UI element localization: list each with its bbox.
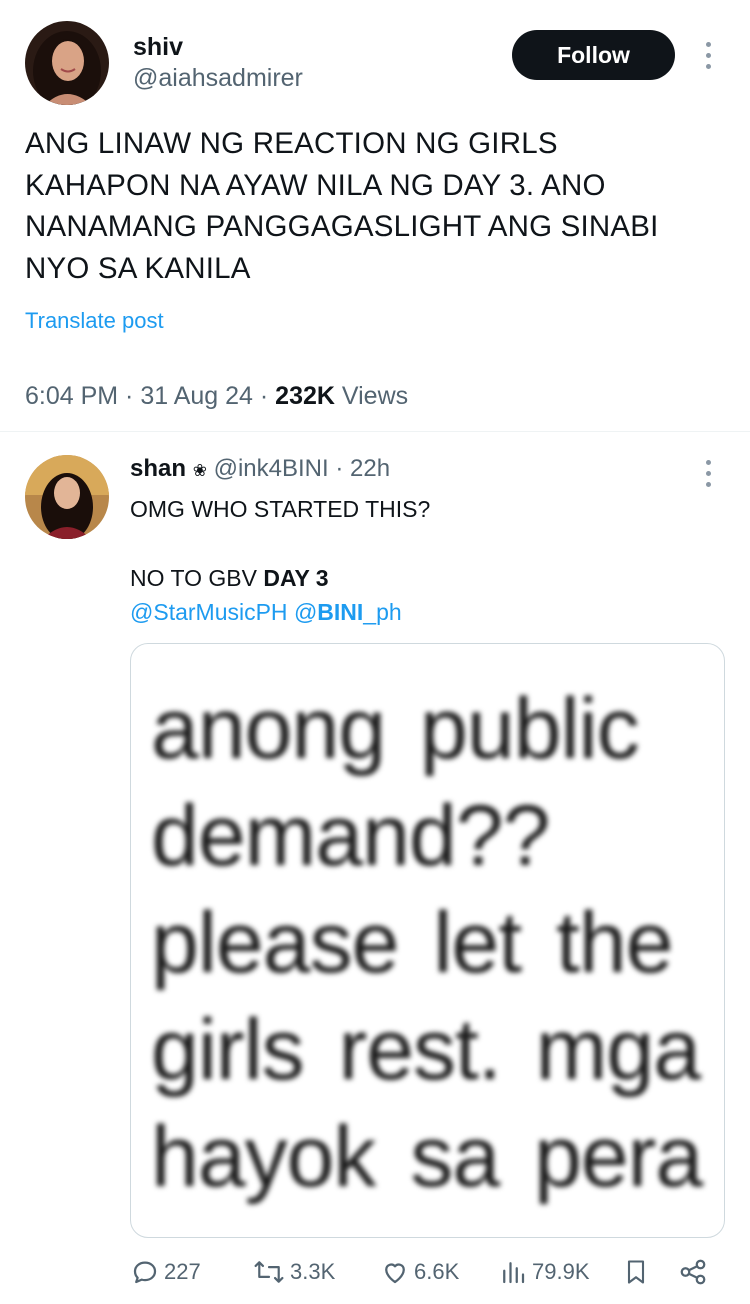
- tweet-text: ANG LINAW NG REACTION NG GIRLS KAHAPON N…: [25, 127, 659, 285]
- share-button[interactable]: [678, 1257, 708, 1287]
- views-label: Views: [341, 382, 409, 410]
- repost-icon: [254, 1261, 284, 1283]
- repost-button[interactable]: 3.3K: [252, 1257, 335, 1287]
- reply-avatar[interactable]: [25, 455, 109, 539]
- reply-header: shan ❀ @ink4BINI · 22h: [130, 455, 391, 482]
- action-bar: 227 3.3K 6.6K 79.9K: [130, 1257, 730, 1297]
- media-image-text: anong public demand?? please let the gir…: [151, 681, 703, 1205]
- translate-link[interactable]: Translate post: [25, 308, 164, 334]
- follow-button[interactable]: Follow: [512, 30, 675, 80]
- views-button[interactable]: 79.9K: [498, 1257, 590, 1287]
- share-icon: [680, 1259, 706, 1285]
- tweet-meta: 6:04 PM · 31 Aug 24 · 232K Views: [25, 382, 409, 410]
- bookmark-button[interactable]: [622, 1257, 650, 1287]
- reply-age[interactable]: 22h: [350, 455, 390, 482]
- tweet-date[interactable]: 31 Aug 24: [140, 382, 253, 410]
- reply-media-image[interactable]: anong public demand?? please let the gir…: [130, 643, 725, 1238]
- author-handle[interactable]: @aiahsadmirer: [133, 64, 303, 93]
- reply-button[interactable]: 227: [130, 1257, 201, 1287]
- views-icon: [503, 1262, 525, 1284]
- like-button[interactable]: 6.6K: [380, 1257, 459, 1287]
- reply-author-name[interactable]: shan: [130, 455, 186, 482]
- like-icon: [385, 1263, 405, 1284]
- reply-author-handle[interactable]: @ink4BINI: [214, 455, 329, 482]
- verified-flower-icon: ❀: [192, 461, 207, 480]
- reply-text-line1: OMG WHO STARTED THIS?: [130, 496, 431, 522]
- reply-mentions: @StarMusicPH @BINI_ph: [130, 599, 402, 626]
- reply-text-line2: NO TO GBV DAY 3: [130, 565, 329, 591]
- bookmark-icon: [627, 1260, 645, 1284]
- tweet-time[interactable]: 6:04 PM: [25, 382, 118, 410]
- author-avatar[interactable]: [25, 21, 109, 105]
- more-vertical-icon[interactable]: [703, 460, 713, 487]
- views-count: 232K: [275, 382, 335, 410]
- author-name[interactable]: shiv: [133, 33, 183, 62]
- mention-starmusicph[interactable]: @StarMusicPH: [130, 599, 288, 625]
- reply-icon: [133, 1261, 157, 1284]
- mention-bini-ph[interactable]: @BINI_ph: [294, 599, 402, 625]
- more-vertical-icon[interactable]: [703, 42, 713, 69]
- divider: [0, 431, 750, 432]
